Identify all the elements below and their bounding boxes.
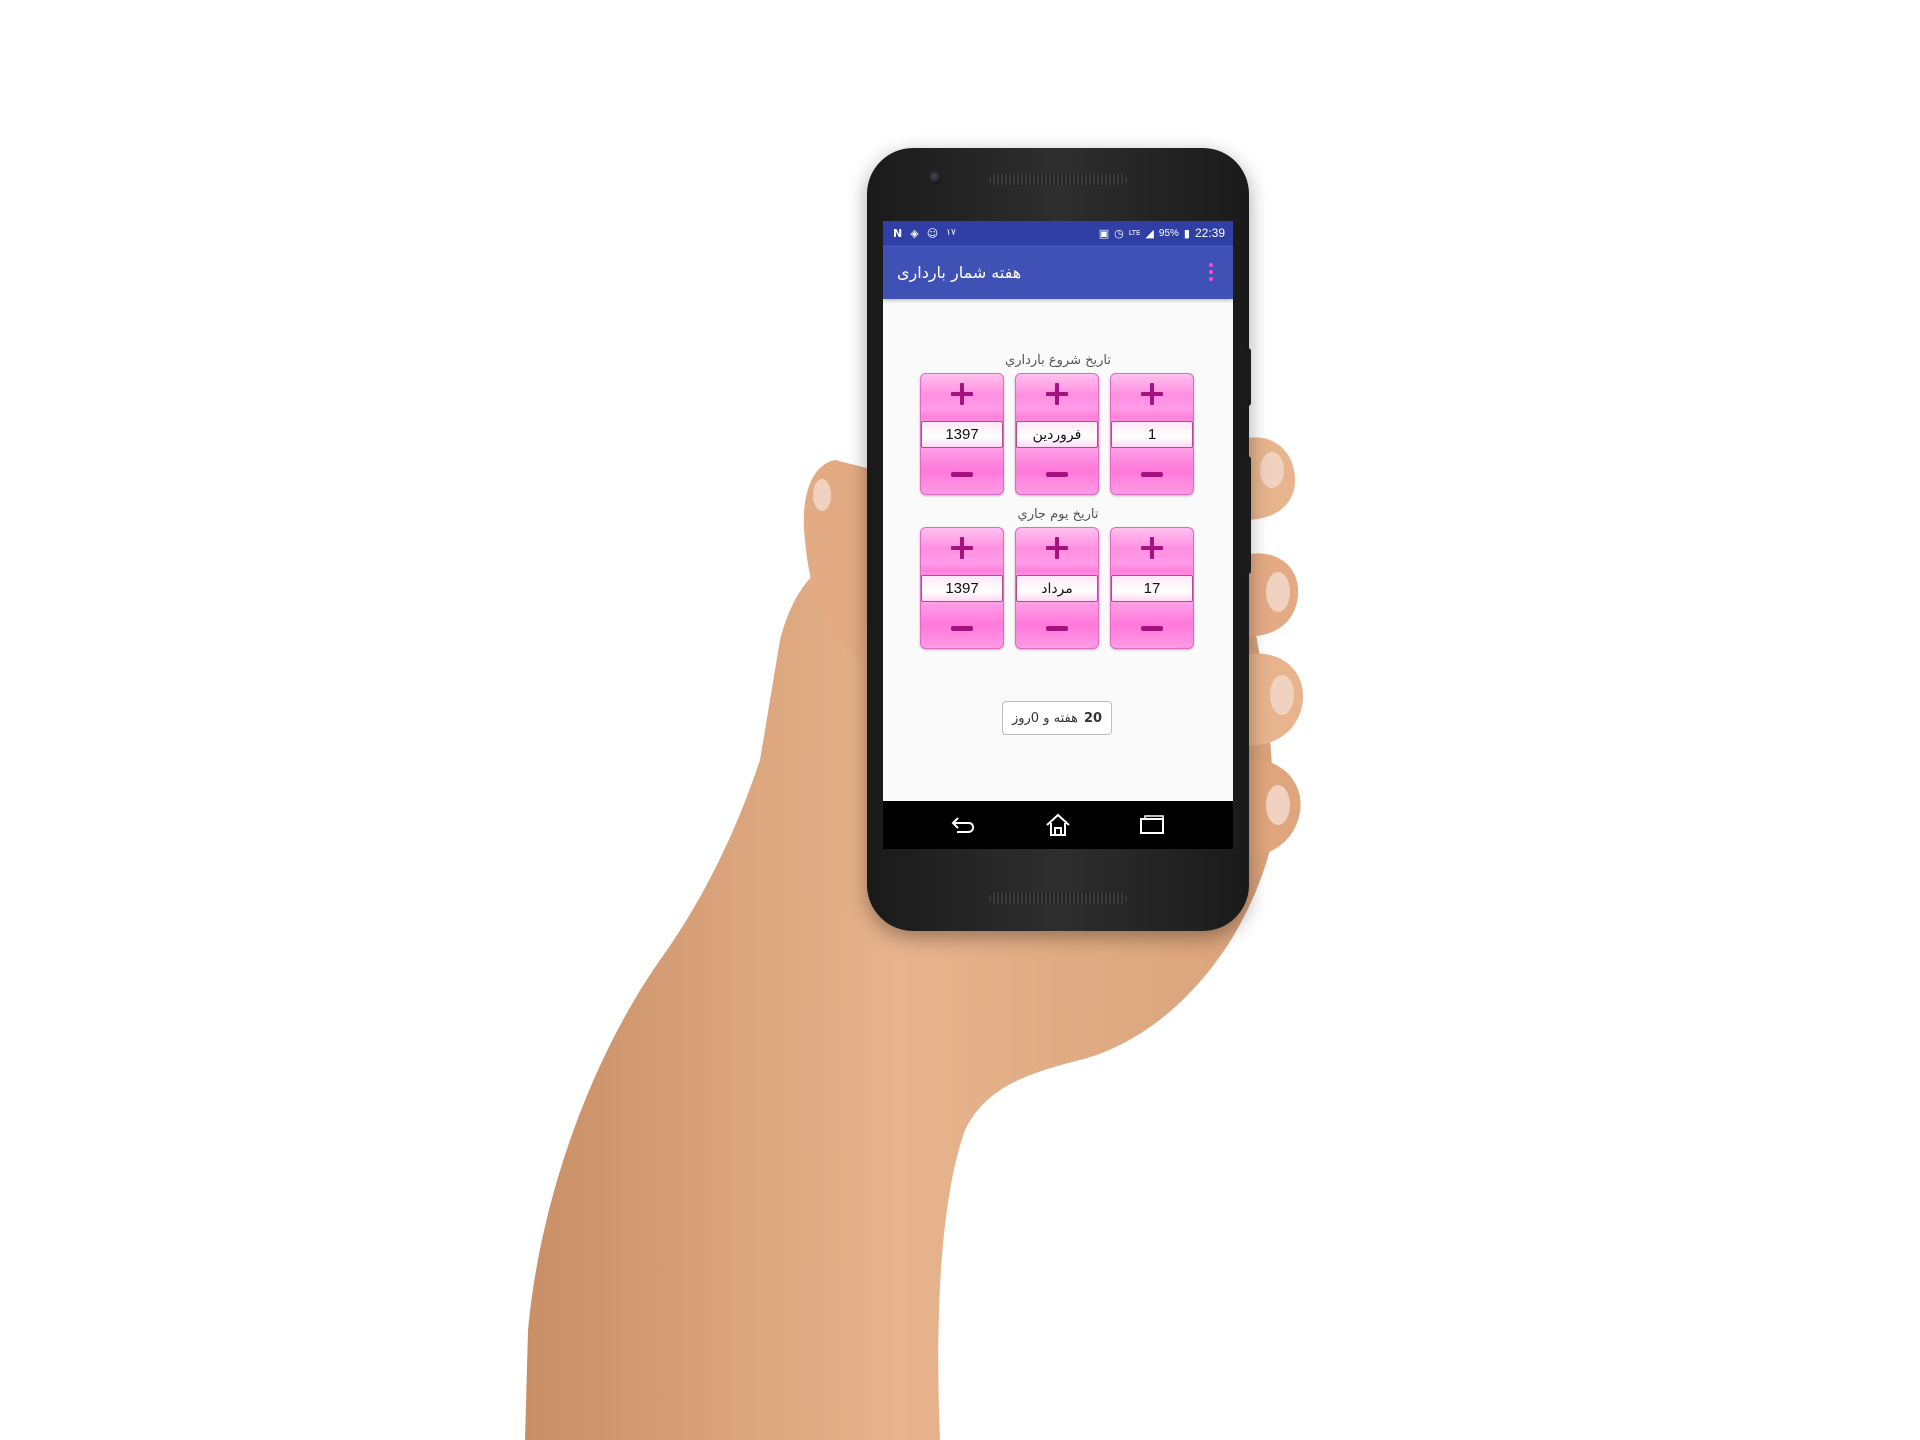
wifi-icon: ▣: [1098, 226, 1110, 240]
front-camera: [929, 171, 942, 184]
bottom-speaker: [989, 893, 1127, 904]
plus-icon: [951, 537, 973, 559]
start-month-picker: فروردين: [1015, 373, 1099, 495]
plus-icon: [1046, 383, 1068, 405]
face-notification-icon: ☺: [926, 226, 939, 240]
plus-icon: [1141, 537, 1163, 559]
navigation-bar: [883, 801, 1233, 849]
result-weeks: 20: [1083, 710, 1103, 726]
current-year-increment-button[interactable]: [920, 527, 1004, 569]
current-date-pickers: 1397 مرداد 17: [920, 527, 1194, 649]
start-day-field[interactable]: 1: [1111, 421, 1193, 448]
app-bar: هفته شمار بارداری: [883, 245, 1233, 299]
result-text: هفته و 0روز: [1011, 710, 1078, 726]
current-year-field[interactable]: 1397: [921, 575, 1003, 602]
current-day-increment-button[interactable]: [1110, 527, 1194, 569]
current-month-picker: مرداد: [1015, 527, 1099, 649]
current-year-decrement-button[interactable]: [920, 607, 1004, 649]
alarm-icon: ◷: [1114, 226, 1124, 240]
plus-icon: [1141, 383, 1163, 405]
volume-button: [1245, 456, 1251, 574]
network-type: LTE: [1128, 228, 1141, 237]
start-year-increment-button[interactable]: [920, 373, 1004, 415]
current-year-picker: 1397: [920, 527, 1004, 649]
phone-screen: N ◈ ☺ ۱۷ ▣ ◷ LTE ◢ 95% ▮ 22:39 هفته شمار…: [883, 221, 1233, 849]
plus-icon: [1046, 537, 1068, 559]
plus-icon: [951, 383, 973, 405]
number-notification-icon: ۱۷: [946, 227, 956, 238]
n-notification-icon: N: [893, 226, 903, 240]
status-bar: N ◈ ☺ ۱۷ ▣ ◷ LTE ◢ 95% ▮ 22:39: [883, 221, 1233, 245]
minus-icon: [1141, 471, 1163, 477]
start-year-picker: 1397: [920, 373, 1004, 495]
battery-percent: 95%: [1158, 227, 1179, 239]
start-year-field[interactable]: 1397: [921, 421, 1003, 448]
status-time: 22:39: [1194, 226, 1225, 240]
start-month-decrement-button[interactable]: [1015, 453, 1099, 495]
current-day-picker: 17: [1110, 527, 1194, 649]
minus-icon: [1141, 625, 1163, 631]
main-content: تاريخ شروع بارداري 1397 فروردين 1 تاريخ …: [883, 299, 1233, 801]
minus-icon: [1046, 625, 1068, 631]
power-button: [1245, 348, 1251, 406]
start-day-picker: 1: [1110, 373, 1194, 495]
minus-icon: [951, 625, 973, 631]
current-month-decrement-button[interactable]: [1015, 607, 1099, 649]
current-month-field[interactable]: مرداد: [1016, 575, 1098, 602]
start-month-increment-button[interactable]: [1015, 373, 1099, 415]
recents-icon[interactable]: [1128, 805, 1176, 845]
back-icon[interactable]: [940, 805, 988, 845]
top-speaker: [989, 174, 1127, 185]
app-title: هفته شمار بارداری: [897, 262, 1022, 282]
shield-notification-icon: ◈: [910, 226, 919, 240]
start-date-label: تاريخ شروع بارداري: [1005, 353, 1111, 368]
phone-device: N ◈ ☺ ۱۷ ▣ ◷ LTE ◢ 95% ▮ 22:39 هفته شمار…: [867, 148, 1251, 931]
minus-icon: [1046, 471, 1068, 477]
minus-icon: [951, 471, 973, 477]
current-date-label: تاريخ يوم جاري: [1017, 507, 1099, 522]
overflow-menu-icon[interactable]: [1203, 260, 1219, 284]
current-day-field[interactable]: 17: [1111, 575, 1193, 602]
home-icon[interactable]: [1034, 805, 1082, 845]
start-day-increment-button[interactable]: [1110, 373, 1194, 415]
start-year-decrement-button[interactable]: [920, 453, 1004, 495]
battery-icon: ▮: [1183, 226, 1190, 240]
current-day-decrement-button[interactable]: [1110, 607, 1194, 649]
signal-icon: ◢: [1145, 226, 1154, 240]
start-date-pickers: 1397 فروردين 1: [920, 373, 1194, 495]
result-box: 20 هفته و 0روز: [1002, 701, 1112, 735]
current-month-increment-button[interactable]: [1015, 527, 1099, 569]
start-month-field[interactable]: فروردين: [1016, 421, 1098, 448]
start-day-decrement-button[interactable]: [1110, 453, 1194, 495]
